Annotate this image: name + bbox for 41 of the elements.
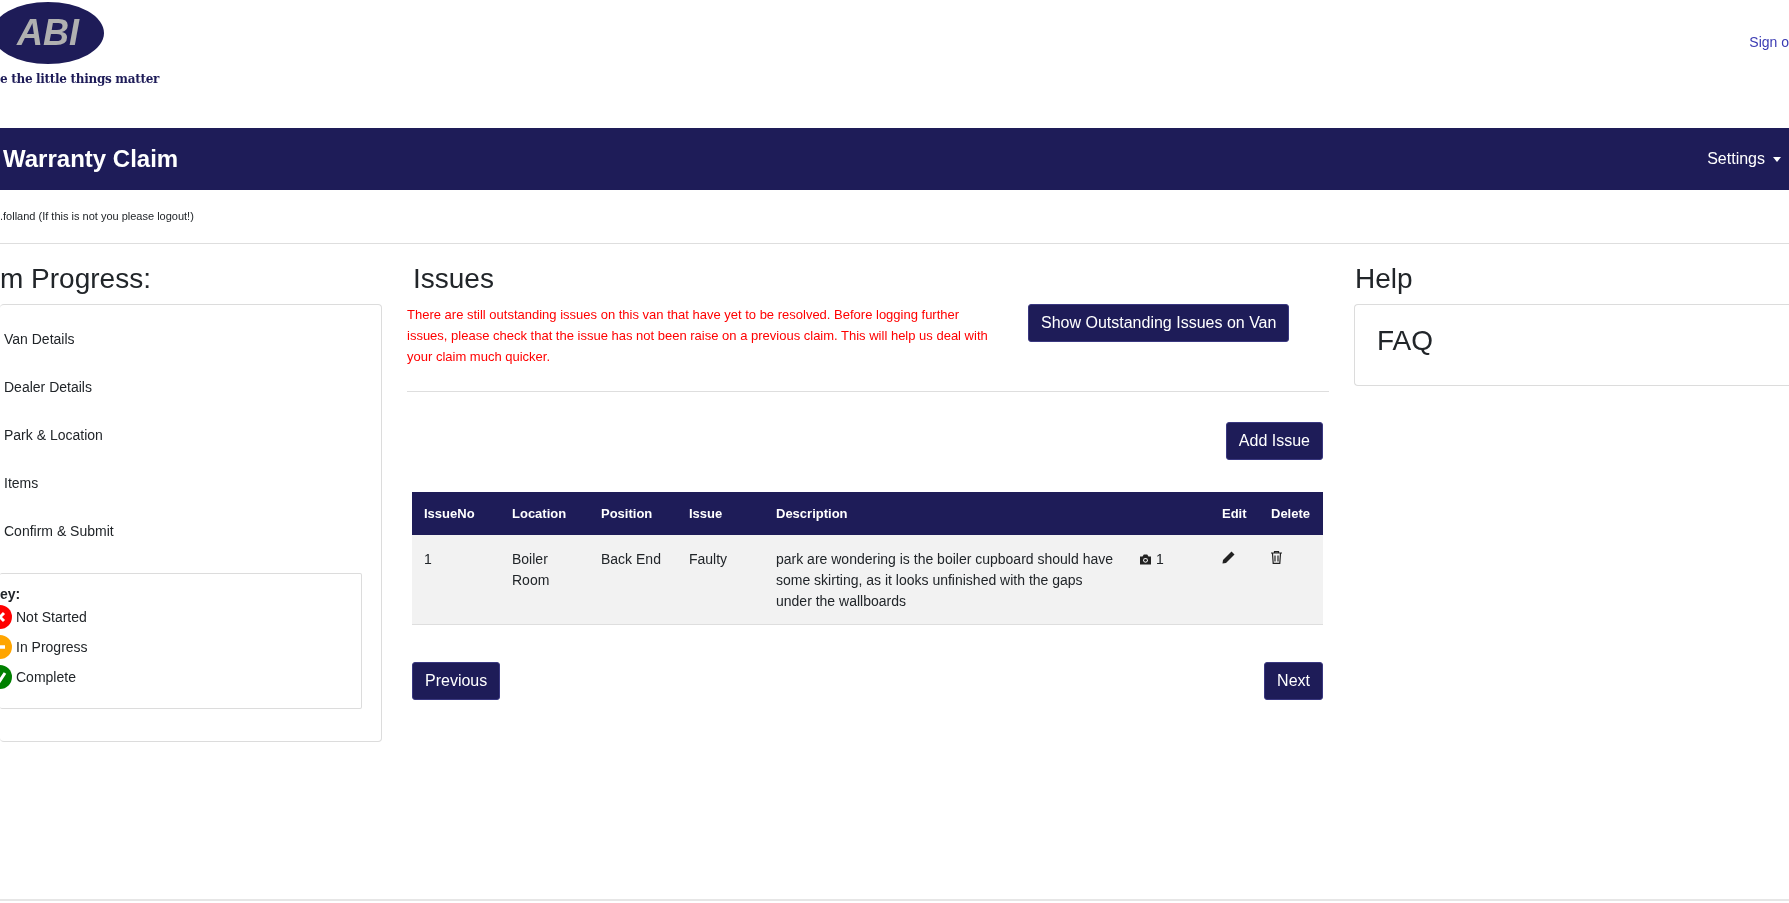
column-header: Edit <box>1210 492 1259 535</box>
progress-step[interactable]: Van Details <box>0 323 75 371</box>
progress-step[interactable]: Confirm & Submit <box>0 515 114 563</box>
column-header: Delete <box>1259 492 1323 535</box>
table-cell: Boiler Room <box>500 535 589 625</box>
camera-icon <box>1139 554 1152 565</box>
pencil-icon[interactable] <box>1222 551 1235 564</box>
warning-text: There are still outstanding issues on this van that have yet to be resolved. Before logging further issues, please check that the issue has not been raise on a previous claim. This will help us deal with your claim much quicker. <box>407 306 989 366</box>
outstanding-issues-button[interactable]: Show Outstanding Issues on Van <box>1028 304 1290 342</box>
settings-menu[interactable]: Settings <box>1701 149 1789 169</box>
logo: ABI <box>0 0 106 66</box>
previous-button[interactable]: Previous <box>412 662 501 700</box>
progress-step[interactable]: Items <box>0 467 39 515</box>
table-cell: Faulty <box>677 535 764 625</box>
key-title: ey: <box>0 586 21 602</box>
faq-link[interactable]: FAQ <box>1377 325 1433 357</box>
page-title: Warranty Claim <box>3 145 179 173</box>
table-cell: Back End <box>589 535 677 625</box>
sign-out-link[interactable]: Sign o <box>1749 34 1789 50</box>
section-heading: Issues <box>412 262 495 296</box>
progress-step[interactable]: Park & Location <box>0 419 103 467</box>
trash-icon[interactable] <box>1271 551 1282 564</box>
caret-icon <box>1773 156 1781 162</box>
photo-count[interactable]: 1 <box>1139 549 1164 570</box>
column-header: IssueNo <box>412 492 500 535</box>
progress-step[interactable]: Dealer Details <box>0 371 92 419</box>
key-label: Not Started <box>16 609 87 625</box>
key-label: Complete <box>16 669 76 685</box>
user-notice: .folland (If this is not you please logout!) <box>0 209 195 224</box>
column-header: Position <box>589 492 677 535</box>
table-cell: 1 <box>412 535 500 625</box>
add-issue-button[interactable]: Add Issue <box>1225 422 1323 460</box>
key-label: In Progress <box>16 639 88 655</box>
tagline: e the little things matter <box>0 72 160 86</box>
column-header: Location <box>500 492 589 535</box>
section-heading: m Progress: <box>0 262 152 296</box>
next-button[interactable]: Next <box>1264 662 1323 700</box>
table-cell: park are wondering is the boiler cupboard should have some skirting, as it looks unfinished with the gaps under the wallboards <box>764 535 1127 625</box>
section-heading: Help <box>1354 262 1414 296</box>
column-header: Description <box>764 492 1127 535</box>
column-header: Issue <box>677 492 764 535</box>
